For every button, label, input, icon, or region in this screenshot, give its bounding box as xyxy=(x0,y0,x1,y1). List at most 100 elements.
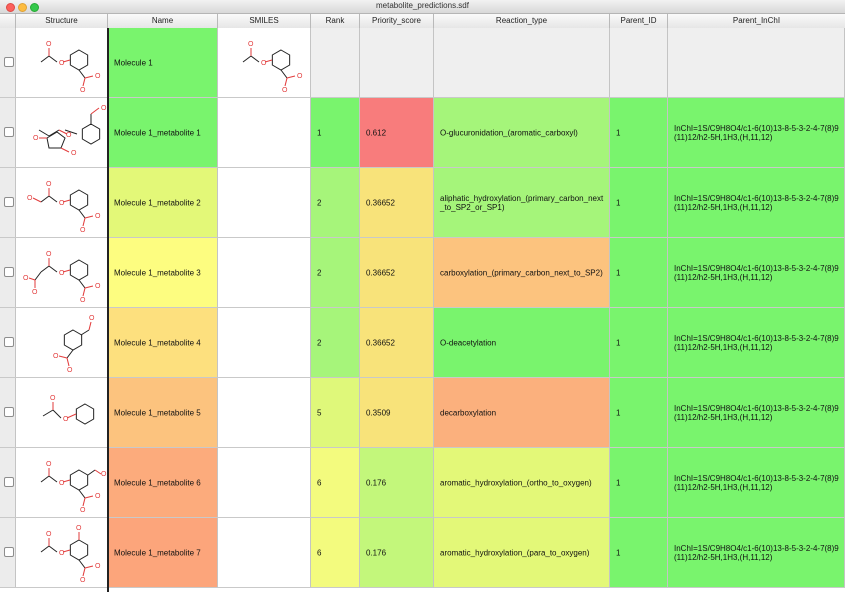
parent-id-cell[interactable]: 1 xyxy=(610,238,668,307)
structure-cell[interactable]: OOOO xyxy=(16,98,108,167)
priority-score-cell[interactable]: 0.176 xyxy=(360,448,434,517)
svg-text:O: O xyxy=(297,73,303,80)
table-row[interactable]: O O O Molecule 1_metabolite 4 2 0.36652 O-deac… xyxy=(0,308,845,378)
column-header-smiles[interactable]: SMILES xyxy=(218,14,311,28)
smiles-cell[interactable] xyxy=(218,168,311,237)
structure-cell[interactable]: O O O xyxy=(16,308,108,377)
row-checkbox[interactable] xyxy=(4,267,14,277)
reaction-type-cell[interactable]: O-glucuronidation_(aromatic_carboxyl) xyxy=(434,98,610,167)
row-checkbox[interactable] xyxy=(4,477,14,487)
structure-cell[interactable]: OOOOO xyxy=(16,518,108,587)
priority-score-cell[interactable]: 0.176 xyxy=(360,518,434,587)
priority-score-cell[interactable]: 0.612 xyxy=(360,98,434,167)
column-header-parent-id[interactable]: Parent_ID xyxy=(610,14,668,28)
parent-inchi-text: InChI=1S/C9H8O4/c1-6(10)13-8-5-3-2-4-7(8… xyxy=(674,193,839,212)
name-text: Molecule 1_metabolite 1 xyxy=(114,128,201,137)
column-header-priority-score[interactable]: Priority_score xyxy=(360,14,434,28)
smiles-cell[interactable] xyxy=(218,238,311,307)
parent-inchi-cell[interactable]: InChI=1S/C9H8O4/c1-6(10)13-8-5-3-2-4-7(8… xyxy=(668,448,845,517)
priority-score-cell[interactable] xyxy=(360,28,434,97)
rank-cell[interactable]: 2 xyxy=(311,168,360,237)
parent-inchi-cell[interactable]: InChI=1S/C9H8O4/c1-6(10)13-8-5-3-2-4-7(8… xyxy=(668,378,845,447)
structure-cell[interactable]: OOOOO xyxy=(16,168,108,237)
column-header-structure[interactable]: Structure xyxy=(16,14,108,28)
reaction-type-cell[interactable]: O-deacetylation xyxy=(434,308,610,377)
column-header-rank[interactable]: Rank xyxy=(311,14,360,28)
name-cell[interactable]: Molecule 1_metabolite 3 xyxy=(108,238,218,307)
parent-id-cell[interactable]: 1 xyxy=(610,168,668,237)
frozen-column-divider[interactable] xyxy=(107,28,109,592)
row-checkbox[interactable] xyxy=(4,197,14,207)
priority-score-cell[interactable]: 0.36652 xyxy=(360,168,434,237)
table-row[interactable]: O O O O O O Molecule 1_metabolite 3 2 0.36652 car… xyxy=(0,238,845,308)
structure-cell[interactable]: OOOOO xyxy=(16,448,108,517)
table-row[interactable]: O O O O Molecule 1_metabolite 1 1 0.612 O-glucu… xyxy=(0,98,845,168)
parent-inchi-cell[interactable]: InChI=1S/C9H8O4/c1-6(10)13-8-5-3-2-4-7(8… xyxy=(668,238,845,307)
name-cell[interactable]: Molecule 1 xyxy=(108,28,218,97)
priority-score-cell[interactable]: 0.36652 xyxy=(360,308,434,377)
structure-cell[interactable]: OOOOOO xyxy=(16,238,108,307)
row-checkbox[interactable] xyxy=(4,57,14,67)
row-checkbox[interactable] xyxy=(4,337,14,347)
name-cell[interactable]: Molecule 1_metabolite 1 xyxy=(108,98,218,167)
column-header-parent-inchi[interactable]: Parent_InChI xyxy=(668,14,845,28)
parent-id-cell[interactable]: 1 xyxy=(610,518,668,587)
reaction-type-cell[interactable]: aromatic_hydroxylation_(ortho_to_oxygen) xyxy=(434,448,610,517)
smiles-cell[interactable] xyxy=(218,518,311,587)
structure-cell[interactable]: OO xyxy=(16,378,108,447)
column-header-reaction-type[interactable]: Reaction_type xyxy=(434,14,610,28)
svg-text:O: O xyxy=(59,60,65,67)
name-cell[interactable]: Molecule 1_metabolite 7 xyxy=(108,518,218,587)
smiles-cell[interactable] xyxy=(218,98,311,167)
rank-cell[interactable]: 2 xyxy=(311,238,360,307)
rank-cell[interactable]: 2 xyxy=(311,308,360,377)
rank-cell[interactable]: 5 xyxy=(311,378,360,447)
smiles-cell[interactable] xyxy=(218,448,311,517)
parent-id-cell[interactable] xyxy=(610,28,668,97)
reaction-type-cell[interactable]: aromatic_hydroxylation_(para_to_oxygen) xyxy=(434,518,610,587)
parent-inchi-cell[interactable]: InChI=1S/C9H8O4/c1-6(10)13-8-5-3-2-4-7(8… xyxy=(668,518,845,587)
svg-text:O: O xyxy=(46,251,52,258)
row-checkbox[interactable] xyxy=(4,547,14,557)
reaction-type-cell[interactable]: carboxylation_(primary_carbon_next_to_SP… xyxy=(434,238,610,307)
row-checkbox[interactable] xyxy=(4,407,14,417)
priority-score-cell[interactable]: 0.36652 xyxy=(360,238,434,307)
svg-text:O: O xyxy=(248,41,254,48)
svg-text:O: O xyxy=(95,283,101,290)
parent-inchi-cell[interactable]: InChI=1S/C9H8O4/c1-6(10)13-8-5-3-2-4-7(8… xyxy=(668,308,845,377)
rank-cell[interactable]: 1 xyxy=(311,98,360,167)
table-row[interactable]: O O O O O Molecule 1_metabolite 2 2 0.36652 alip… xyxy=(0,168,845,238)
rank-cell[interactable] xyxy=(311,28,360,97)
hydroxy-aspirin-structure-icon: O O O O O xyxy=(27,181,101,234)
parent-id-cell[interactable]: 1 xyxy=(610,308,668,377)
name-cell[interactable]: Molecule 1_metabolite 4 xyxy=(108,308,218,377)
rank-cell[interactable]: 6 xyxy=(311,448,360,517)
table-row[interactable]: O O O O O Molecule 1_metabolite 6 6 0.176 aromat… xyxy=(0,448,845,518)
column-header-name[interactable]: Name xyxy=(108,14,218,28)
reaction-type-cell[interactable] xyxy=(434,28,610,97)
name-cell[interactable]: Molecule 1_metabolite 2 xyxy=(108,168,218,237)
smiles-cell[interactable] xyxy=(218,378,311,447)
rank-cell[interactable]: 6 xyxy=(311,518,360,587)
parent-id-cell[interactable]: 1 xyxy=(610,98,668,167)
table-row[interactable]: O O Molecule 1_metabolite 5 5 0.3509 decarbox… xyxy=(0,378,845,448)
reaction-type-cell[interactable]: decarboxylation xyxy=(434,378,610,447)
table-row[interactable]: O O O O Molecule 1 O O O O xyxy=(0,28,845,98)
svg-text:O: O xyxy=(80,507,86,514)
priority-score-cell[interactable]: 0.3509 xyxy=(360,378,434,447)
row-select-cell xyxy=(0,168,16,237)
parent-inchi-cell[interactable]: InChI=1S/C9H8O4/c1-6(10)13-8-5-3-2-4-7(8… xyxy=(668,98,845,167)
structure-cell[interactable]: OOOO xyxy=(16,28,108,97)
reaction-type-cell[interactable]: aliphatic_hydroxylation_(primary_carbon_… xyxy=(434,168,610,237)
table-row[interactable]: O O O O O Molecule 1_metabolite 7 6 0.176 aromat… xyxy=(0,518,845,588)
parent-inchi-cell[interactable] xyxy=(668,28,845,97)
parent-inchi-cell[interactable]: InChI=1S/C9H8O4/c1-6(10)13-8-5-3-2-4-7(8… xyxy=(668,168,845,237)
name-cell[interactable]: Molecule 1_metabolite 6 xyxy=(108,448,218,517)
smiles-cell[interactable]: O O O O xyxy=(218,28,311,97)
parent-id-cell[interactable]: 1 xyxy=(610,448,668,517)
parent-id-cell[interactable]: 1 xyxy=(610,378,668,447)
row-checkbox[interactable] xyxy=(4,127,14,137)
name-cell[interactable]: Molecule 1_metabolite 5 xyxy=(108,378,218,447)
smiles-cell[interactable] xyxy=(218,308,311,377)
select-column-header[interactable] xyxy=(0,14,16,28)
